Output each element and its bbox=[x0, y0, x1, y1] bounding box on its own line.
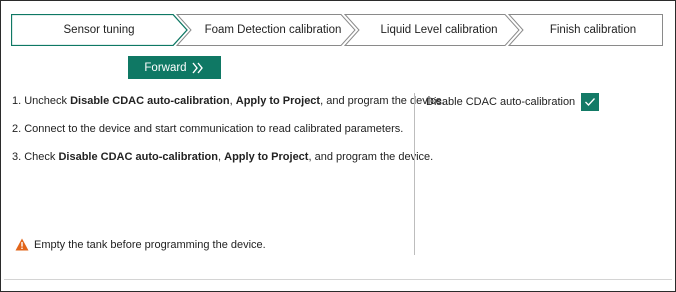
step-foam-detection[interactable]: Foam Detection calibration bbox=[191, 14, 355, 46]
step3-bold-option: Disable CDAC auto-calibration bbox=[58, 151, 218, 163]
step3-bold-apply: Apply to Project bbox=[224, 151, 309, 163]
forward-button-label: Forward bbox=[144, 61, 187, 74]
calibration-panel: Sensor tuning Foam Detection calibration… bbox=[0, 0, 676, 292]
step-finish-calibration[interactable]: Finish calibration bbox=[523, 14, 663, 46]
bottom-divider bbox=[4, 279, 672, 280]
warning-message: Empty the tank before programming the de… bbox=[15, 237, 266, 252]
step1-bold-option: Disable CDAC auto-calibration bbox=[70, 95, 230, 107]
step1-bold-apply: Apply to Project bbox=[235, 95, 321, 107]
instruction-step-1: 1. Uncheck Disable CDAC auto-calibration… bbox=[12, 95, 445, 107]
disable-cdac-checkbox[interactable] bbox=[581, 93, 600, 111]
step-liquid-level[interactable]: Liquid Level calibration bbox=[359, 14, 519, 46]
disable-cdac-option: Disable CDAC auto-calibration bbox=[426, 93, 600, 111]
checkmark-icon bbox=[585, 98, 596, 106]
double-chevron-right-icon bbox=[192, 62, 203, 73]
step3-prefix: 3. Check bbox=[12, 151, 59, 163]
step-sensor-tuning[interactable]: Sensor tuning bbox=[11, 14, 187, 46]
wizard-stepper: Sensor tuning Foam Detection calibration… bbox=[11, 14, 663, 46]
step1-prefix: 1. Uncheck bbox=[12, 95, 71, 107]
warning-text: Empty the tank before programming the de… bbox=[34, 238, 266, 251]
instruction-step-3: 3. Check Disable CDAC auto-calibration, … bbox=[12, 151, 433, 163]
vertical-divider bbox=[414, 93, 415, 255]
forward-button[interactable]: Forward bbox=[128, 56, 221, 79]
disable-cdac-label: Disable CDAC auto-calibration bbox=[426, 96, 576, 108]
instruction-step-2: 2. Connect to the device and start commu… bbox=[12, 123, 404, 135]
warning-triangle-icon bbox=[15, 238, 29, 251]
